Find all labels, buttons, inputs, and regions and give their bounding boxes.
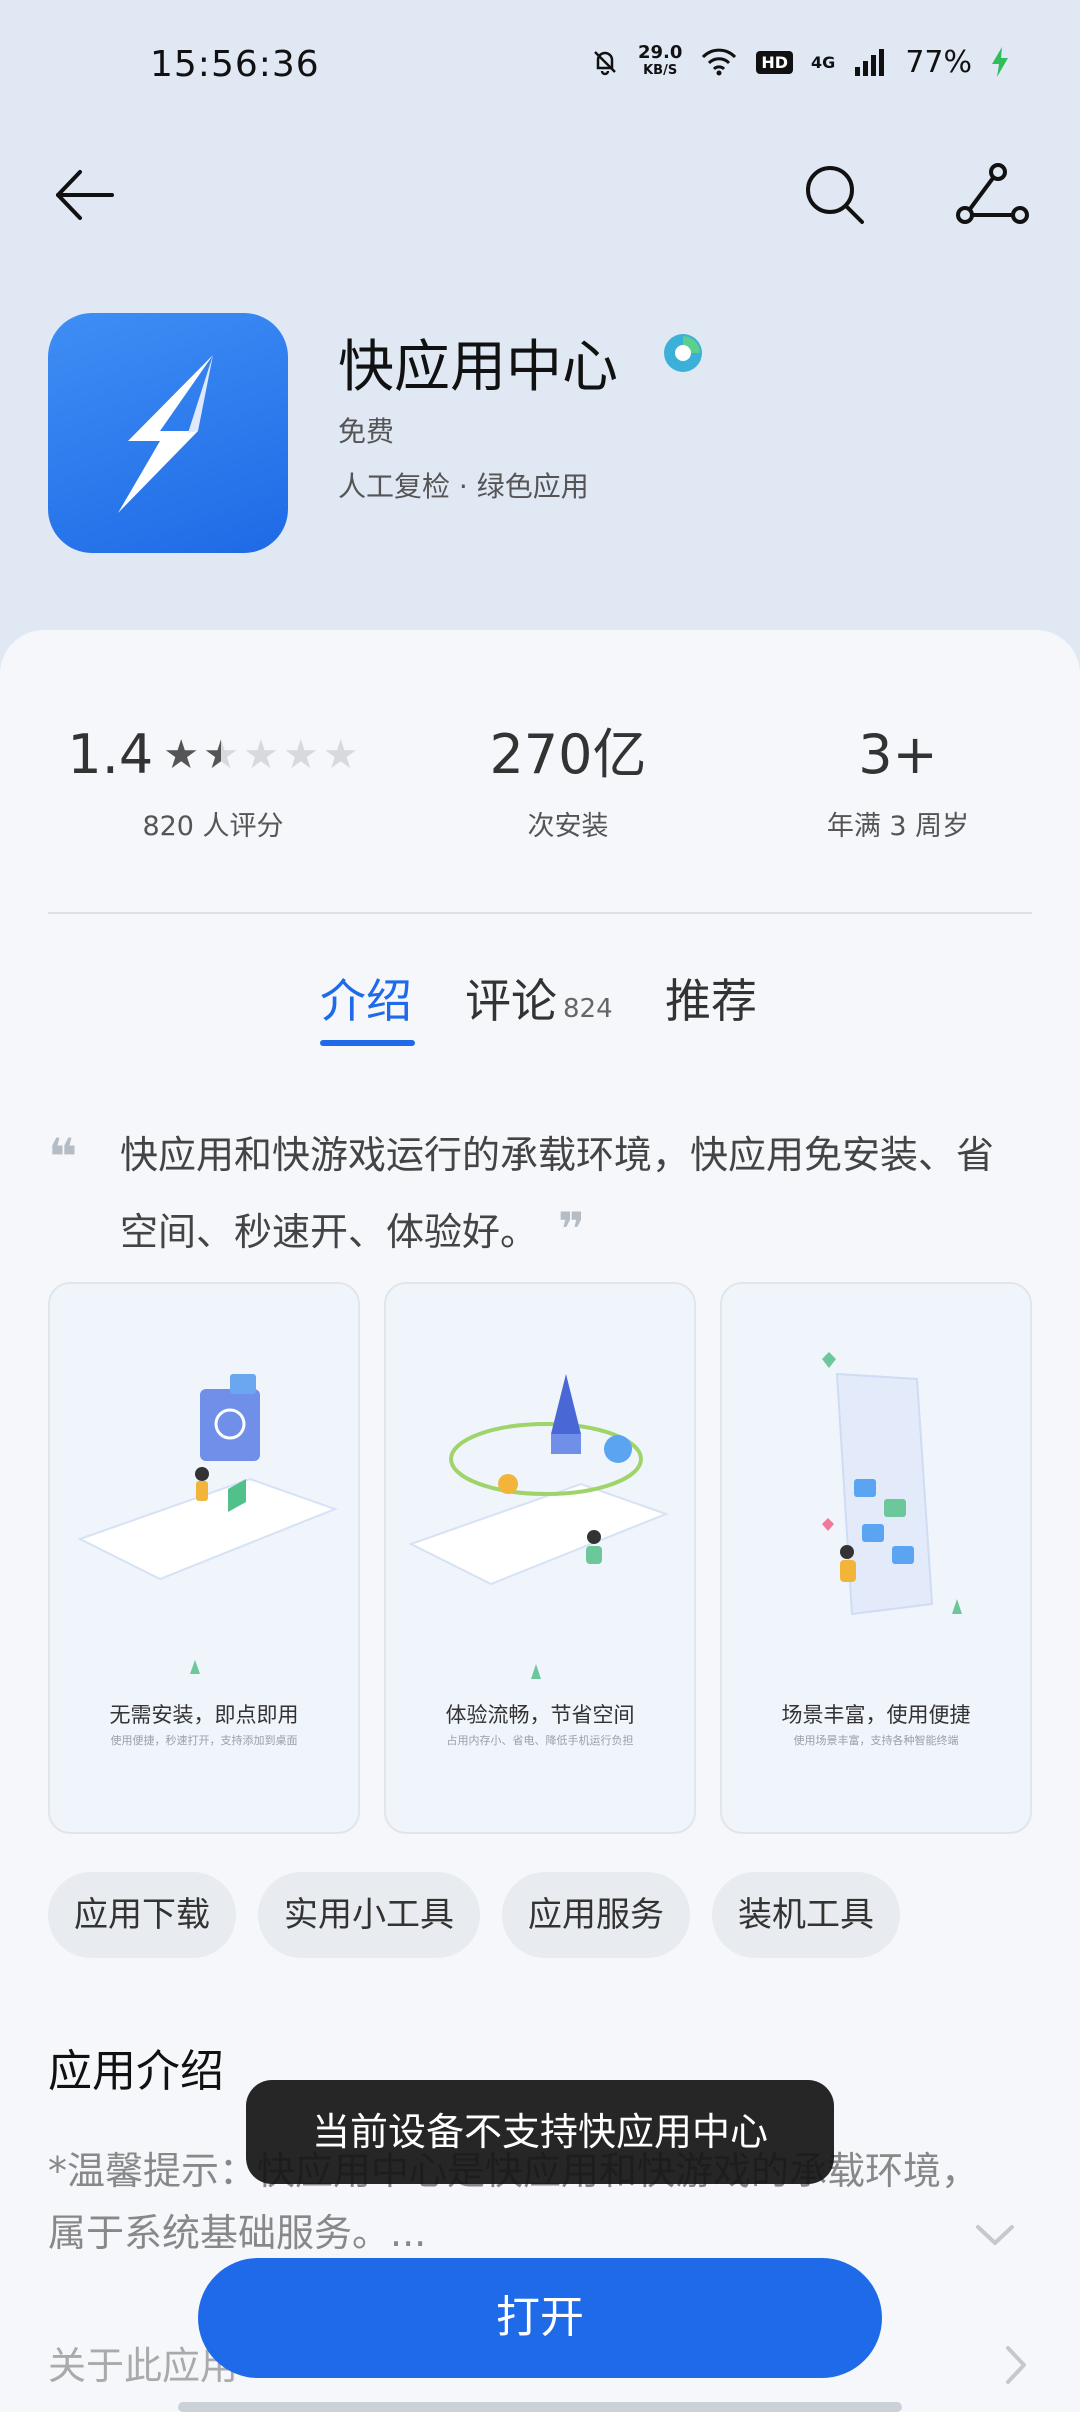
share-button[interactable] xyxy=(950,160,1030,230)
star-half-icon: ★ xyxy=(203,720,239,790)
battery-level: 77% xyxy=(905,44,972,80)
app-description: 快应用和快游戏运行的承载环境，快应用免安装、省空间、秒速开、体验好。 ❞ xyxy=(120,1118,1000,1269)
star-empty-icon: ★ xyxy=(322,732,359,778)
description-text: 快应用和快游戏运行的承载环境，快应用免安装、省空间、秒速开、体验好。 xyxy=(120,1133,995,1254)
speed-value: 29.0 xyxy=(637,42,683,63)
status-icons: 29.0 KB/S HD 4G 77% xyxy=(590,44,1010,80)
star-empty-icon: ★ xyxy=(243,732,279,778)
installs-label: 次安装 xyxy=(527,811,609,842)
screenshot-2[interactable]: 体验流畅，节省空间 占用内存小、省电、降低手机运行负担 xyxy=(384,1282,696,1834)
tab-intro[interactable]: 介绍 xyxy=(320,965,412,1031)
screenshot-illustration xyxy=(77,1374,338,1674)
screenshot-3[interactable]: 场景丰富，使用便捷 使用场景丰富，支持各种智能终端 xyxy=(720,1282,1032,1834)
app-tags: 人工复检 · 绿色应用 xyxy=(338,470,589,503)
review-count: 824 xyxy=(563,994,613,1024)
screenshot-1[interactable]: 无需安装，即点即用 使用便捷，秒速打开，支持添加到桌面 xyxy=(48,1282,360,1834)
network-type: 4G xyxy=(811,52,836,72)
tab-recommend[interactable]: 推荐 xyxy=(665,965,757,1031)
app-price: 免费 xyxy=(338,415,395,448)
lightning-bolt-icon xyxy=(118,355,213,513)
mute-bell-icon xyxy=(594,51,616,76)
chip-utility-tools[interactable]: 实用小工具 xyxy=(258,1872,480,1958)
home-indicator[interactable] xyxy=(178,2402,902,2412)
tab-reviews[interactable]: 评论 824 xyxy=(465,965,613,1031)
screenshot-title: 体验流畅，节省空间 xyxy=(445,1703,635,1727)
rating-count: 820 人评分 xyxy=(142,811,284,842)
star-icon: ★ xyxy=(163,732,200,778)
chip-app-services[interactable]: 应用服务 xyxy=(502,1872,690,1958)
app-icon xyxy=(48,313,288,553)
tab-active-indicator xyxy=(320,1040,415,1046)
search-button[interactable] xyxy=(800,160,870,230)
hd-badge: HD xyxy=(756,50,794,74)
installs-stat: 270亿 次安装 xyxy=(468,720,668,843)
screenshot-subtitle: 占用内存小、省电、降低手机运行负担 xyxy=(446,1734,634,1747)
status-bar: 15:56:36 29.0 KB/S HD 4G 77% xyxy=(0,0,1080,130)
chip-app-download[interactable]: 应用下载 xyxy=(48,1872,236,1958)
age-label: 年满 3 周岁 xyxy=(826,811,970,842)
chevron-down-icon[interactable] xyxy=(970,2215,1020,2255)
screenshot-illustration xyxy=(408,1374,669,1679)
tab-reviews-label: 评论 xyxy=(465,974,557,1028)
network-speed: 29.0 KB/S xyxy=(638,44,682,80)
tag-chips: 应用下载 实用小工具 应用服务 装机工具 xyxy=(48,1872,900,1958)
stats-row: 1.4 ★ ★ ★ ★ ★ 820 人评分 270亿 次安装 3+ 年满 3 周… xyxy=(48,720,1032,870)
chip-setup-tools[interactable]: 装机工具 xyxy=(712,1872,900,1958)
chevron-right-icon xyxy=(1006,2346,1026,2384)
divider xyxy=(48,912,1032,914)
arrow-left-icon xyxy=(56,170,114,220)
screenshot-subtitle: 使用场景丰富，支持各种智能终端 xyxy=(793,1734,959,1747)
screenshot-title: 无需安装，即点即用 xyxy=(109,1703,299,1727)
quote-open-icon: ❝ xyxy=(48,1128,78,1186)
rating-value: 1.4 xyxy=(67,723,154,786)
age-stat: 3+ 年满 3 周岁 xyxy=(798,720,998,843)
star-empty-icon: ★ xyxy=(282,732,319,778)
status-time: 15:56:36 xyxy=(150,44,320,85)
open-button[interactable]: 打开 xyxy=(198,2258,882,2378)
speed-unit: KB/S xyxy=(643,63,678,78)
rating-stat[interactable]: 1.4 ★ ★ ★ ★ ★ 820 人评分 xyxy=(48,720,378,843)
search-icon xyxy=(806,166,864,224)
age-value: 3+ xyxy=(858,723,938,786)
screenshot-illustration xyxy=(822,1352,962,1616)
screenshot-title: 场景丰富，使用便捷 xyxy=(781,1703,971,1727)
back-button[interactable] xyxy=(50,160,120,230)
toast-message: 当前设备不支持快应用中心 xyxy=(246,2080,834,2184)
share-icon xyxy=(956,163,1029,224)
intro-title: 应用介绍 xyxy=(48,2046,224,2097)
verified-badge-icon xyxy=(664,334,702,372)
installs-value: 270亿 xyxy=(489,723,647,786)
rating-stars: ★ ★ ★ ★ ★ xyxy=(163,720,358,790)
charging-icon xyxy=(992,47,1008,77)
screenshot-subtitle: 使用便捷，秒速打开，支持添加到桌面 xyxy=(110,1734,298,1747)
quote-close-icon: ❞ xyxy=(558,1202,586,1256)
tab-bar: 介绍 评论 824 推荐 xyxy=(0,965,1080,1045)
app-name: 快应用中心 xyxy=(338,335,618,400)
signal-icon xyxy=(855,49,885,76)
wifi-icon xyxy=(702,48,737,76)
